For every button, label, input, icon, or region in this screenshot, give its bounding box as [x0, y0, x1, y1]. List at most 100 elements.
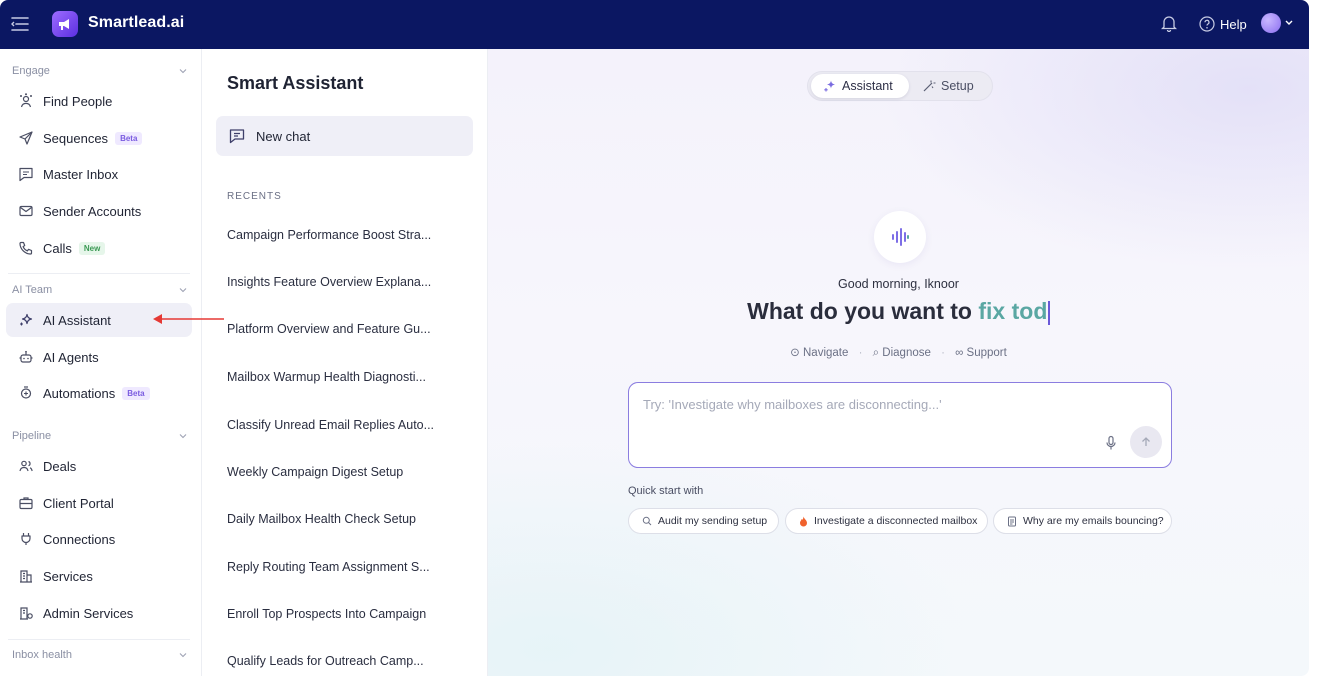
assistant-main: Assistant Setup Good morning, Iknoor Wha…	[488, 49, 1309, 676]
panel-title: Smart Assistant	[227, 73, 364, 93]
help-label: Help	[1220, 16, 1247, 32]
chevron-down-icon[interactable]	[1284, 16, 1294, 30]
sidebar-item-services[interactable]: Services	[6, 559, 192, 593]
sparkle-icon	[824, 80, 835, 92]
sidebar-item-automations[interactable]: Automations Beta	[6, 376, 192, 410]
recent-chat-item[interactable]: Weekly Campaign Digest Setup	[227, 465, 467, 479]
chat-input-placeholder[interactable]: Try: 'Investigate why mailboxes are disc…	[643, 397, 942, 412]
sidebar-item-connections[interactable]: Connections	[6, 522, 192, 556]
sidebar-item-client-portal[interactable]: Client Portal	[6, 486, 192, 520]
quick-start-chip-audit[interactable]: Audit my sending setup	[628, 508, 779, 534]
support-icon: ∞	[955, 347, 964, 359]
chat-input-box[interactable]: Try: 'Investigate why mailboxes are disc…	[628, 382, 1172, 468]
separator-dot: ·	[941, 347, 945, 359]
new-chat-icon	[228, 127, 246, 145]
chevron-down-icon	[179, 434, 187, 439]
tab-label: Assistant	[842, 79, 893, 93]
navigate-icon: ⊙	[790, 347, 800, 359]
quick-start-chip-bouncing[interactable]: Why are my emails bouncing?	[993, 508, 1172, 534]
sidebar-item-calls[interactable]: Calls New	[6, 231, 192, 265]
send-icon	[18, 130, 34, 146]
inbox-message-icon	[18, 166, 34, 182]
quick-start-label: Quick start with	[628, 485, 704, 497]
microphone-icon[interactable]	[1104, 435, 1118, 451]
plug-icon	[18, 531, 34, 547]
section-label: Pipeline	[12, 430, 52, 442]
new-badge: New	[78, 241, 106, 255]
robot-icon	[18, 349, 34, 365]
admin-building-icon	[18, 605, 34, 621]
people-icon	[18, 458, 34, 474]
greeting-text: Good morning, Iknoor	[838, 277, 959, 291]
section-inbox-health[interactable]: Inbox health	[12, 648, 188, 662]
sidebar-item-admin-services[interactable]: Admin Services	[6, 596, 192, 630]
sidebar-item-label: Deals	[43, 458, 77, 474]
sidebar-item-sequences[interactable]: Sequences Beta	[6, 121, 192, 155]
phone-icon	[18, 240, 34, 256]
sidebar-item-label: Find People	[43, 93, 113, 109]
sidebar-item-deals[interactable]: Deals	[6, 449, 192, 483]
sidebar-item-label: Sequences	[43, 130, 109, 146]
recent-chat-item[interactable]: Platform Overview and Feature Gu...	[227, 322, 467, 336]
quick-start-chip-disconnected[interactable]: Investigate a disconnected mailbox	[785, 508, 988, 534]
recent-chat-item[interactable]: Daily Mailbox Health Check Setup	[227, 512, 467, 526]
section-engage[interactable]: Engage	[12, 64, 188, 78]
sparkle-icon	[18, 312, 34, 328]
chip-label: Investigate a disconnected mailbox	[814, 515, 978, 527]
brand-name[interactable]: Smartlead.ai	[88, 14, 184, 32]
chevron-down-icon	[179, 288, 187, 293]
divider	[8, 273, 190, 274]
headline-text: What do you want to	[747, 298, 979, 324]
divider	[8, 639, 190, 640]
sidebar-item-master-inbox[interactable]: Master Inbox	[6, 157, 192, 191]
chip-label: Audit my sending setup	[658, 515, 768, 527]
users-search-icon	[18, 93, 34, 109]
app-window: Smartlead.ai Help Engage Find People Seq…	[0, 0, 1309, 676]
sidebar-item-label: AI Agents	[43, 349, 99, 365]
building-icon	[18, 568, 34, 584]
recent-chat-item[interactable]: Campaign Performance Boost Stra...	[227, 228, 467, 242]
new-chat-button[interactable]: New chat	[216, 116, 473, 156]
recent-chat-item[interactable]: Mailbox Warmup Health Diagnosti...	[227, 370, 467, 384]
recent-chat-item[interactable]: Insights Feature Overview Explana...	[227, 275, 467, 289]
menu-collapse-icon[interactable]	[10, 14, 30, 34]
tab-label: Setup	[941, 79, 974, 93]
section-label: Inbox health	[12, 649, 72, 661]
sidebar-item-label: Connections	[43, 531, 116, 547]
separator-dot: ·	[858, 347, 863, 359]
sidebar-item-label: Client Portal	[43, 495, 114, 511]
voice-icon	[874, 211, 926, 263]
sidebar-item-sender-accounts[interactable]: Sender Accounts	[6, 194, 192, 228]
sidebar-item-label: Master Inbox	[43, 166, 119, 182]
sidebar-item-ai-agents[interactable]: AI Agents	[6, 340, 192, 374]
sidebar-item-find-people[interactable]: Find People	[6, 84, 192, 118]
recent-chat-item[interactable]: Qualify Leads for Outreach Camp...	[227, 654, 467, 668]
headline-highlight: fix tod	[978, 298, 1048, 324]
help-button[interactable]: Help	[1199, 13, 1247, 35]
sidebar-item-label: Admin Services	[43, 605, 134, 621]
mode-navigate: Navigate	[803, 347, 849, 359]
section-label: Engage	[12, 65, 50, 77]
automation-icon	[18, 385, 34, 401]
send-button[interactable]	[1130, 426, 1162, 458]
search-icon	[642, 516, 652, 526]
recent-chat-item[interactable]: Reply Routing Team Assignment S...	[227, 560, 467, 574]
assistant-modes: ⊙ Navigate · ⌕ Diagnose · ∞ Support	[488, 345, 1309, 360]
sidebar: Engage Find People Sequences Beta Master…	[0, 49, 202, 676]
logo-icon[interactable]	[52, 11, 78, 37]
section-ai-team[interactable]: AI Team	[12, 283, 188, 297]
chevron-down-icon	[179, 69, 187, 74]
recent-chat-item[interactable]: Classify Unread Email Replies Auto...	[227, 418, 467, 432]
sidebar-item-label: Automations	[43, 385, 116, 401]
arrow-up-icon	[1142, 437, 1150, 446]
mode-diagnose: Diagnose	[882, 347, 931, 359]
avatar[interactable]	[1261, 13, 1281, 33]
new-chat-label: New chat	[256, 128, 311, 144]
wand-icon	[923, 80, 936, 92]
tab-setup[interactable]: Setup	[920, 74, 990, 98]
beta-badge: Beta	[115, 131, 143, 145]
section-pipeline[interactable]: Pipeline	[12, 429, 188, 443]
recent-chat-item[interactable]: Enroll Top Prospects Into Campaign	[227, 607, 467, 621]
tab-assistant[interactable]: Assistant	[811, 74, 909, 98]
bell-icon[interactable]	[1160, 14, 1179, 34]
